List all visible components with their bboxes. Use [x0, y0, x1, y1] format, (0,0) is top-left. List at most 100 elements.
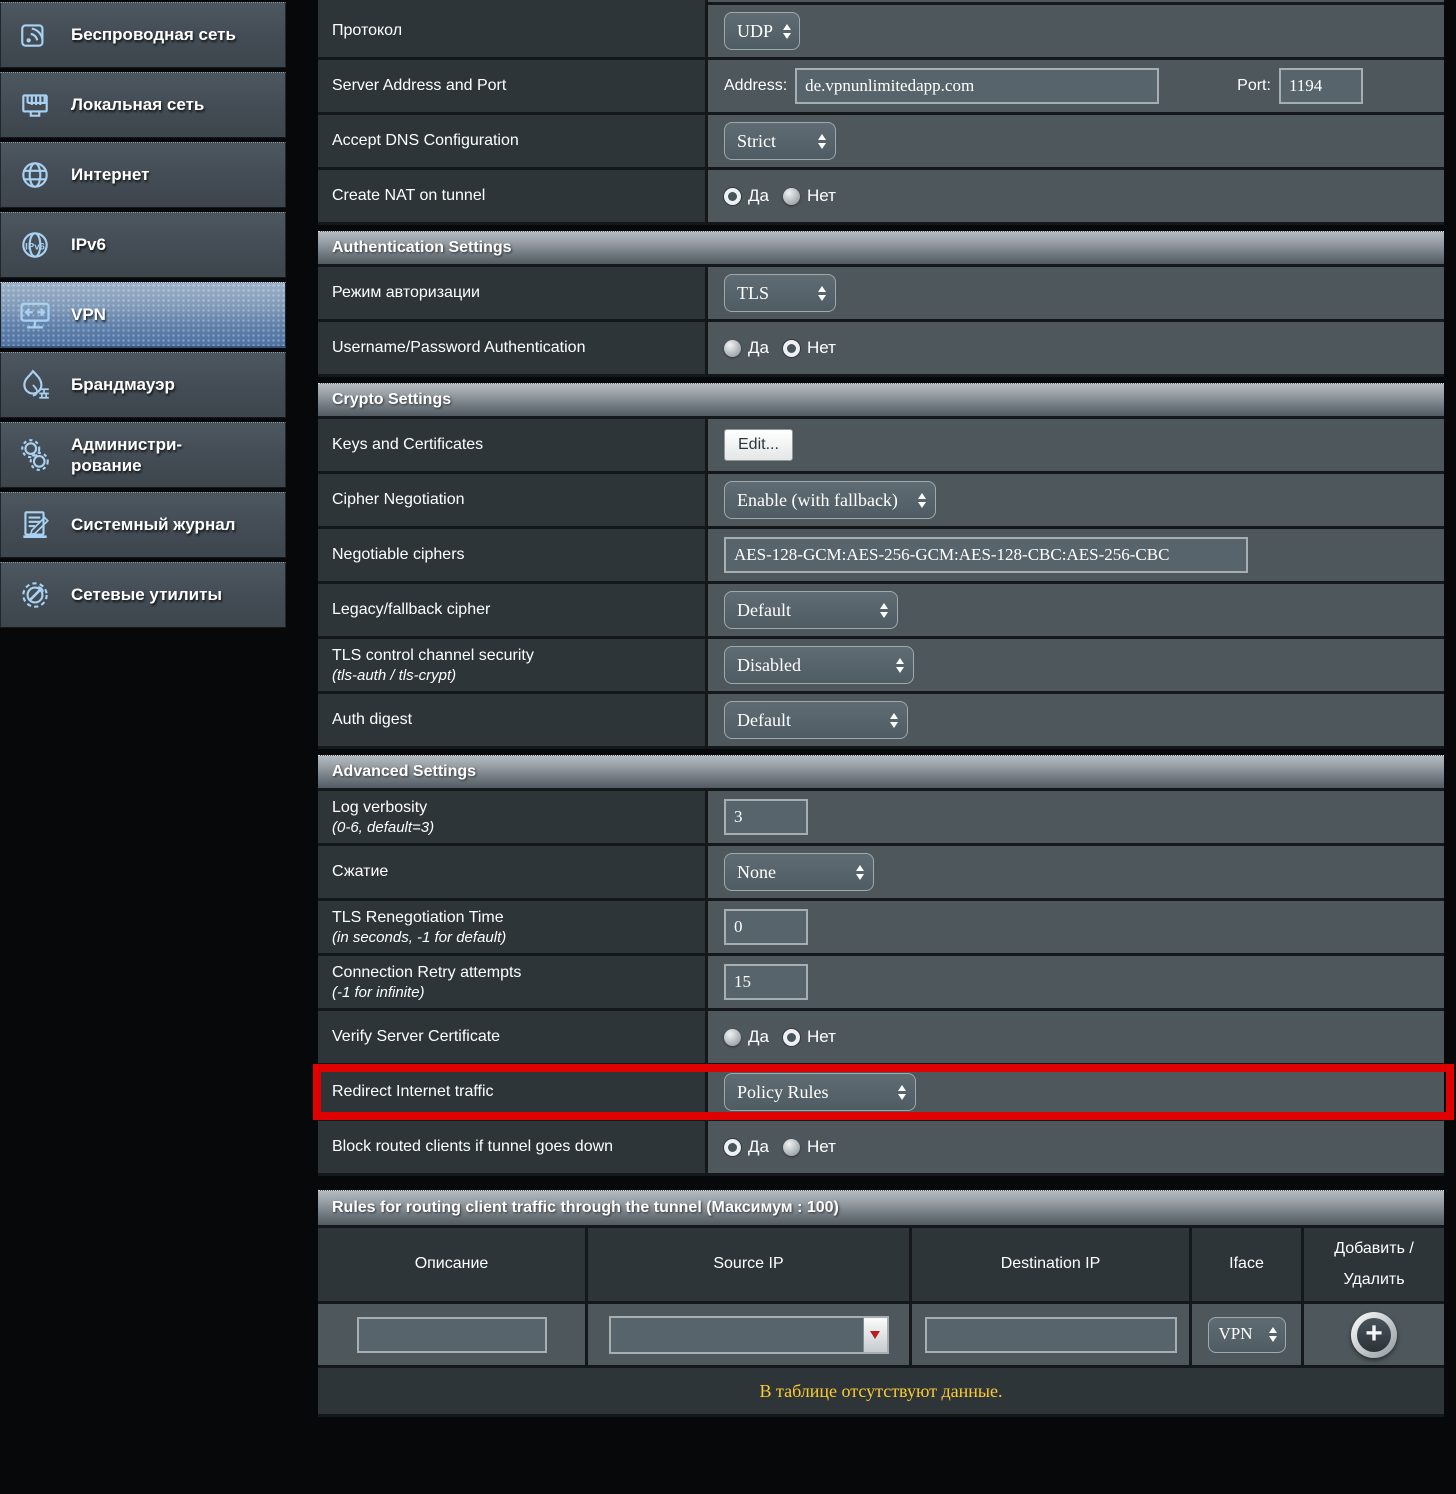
- radio-yes[interactable]: [724, 340, 741, 357]
- row-label: Redirect Internet traffic: [318, 1066, 708, 1118]
- row-label: Create NAT on tunnel: [318, 170, 708, 222]
- row-label: Connection Retry attempts: [332, 964, 695, 982]
- radio-yes[interactable]: [724, 1029, 741, 1046]
- row-label: TLS Renegotiation Time: [332, 909, 695, 927]
- row-verify-server-cert: Verify Server Certificate Да Нет: [318, 1011, 1444, 1066]
- row-auth-mode: Режим авторизации TLS: [318, 267, 1444, 322]
- server-address-input[interactable]: [795, 68, 1159, 104]
- sidebar-item-internet[interactable]: Интернет: [0, 142, 286, 208]
- row-redirect-internet-traffic: Redirect Internet traffic Policy Rules: [318, 1066, 1444, 1121]
- edit-keys-button[interactable]: Edit...: [724, 429, 793, 461]
- row-sublabel: (-1 for infinite): [332, 984, 695, 1001]
- wifi-icon: [11, 18, 59, 52]
- log-verbosity-input[interactable]: [724, 799, 808, 835]
- row-sublabel: (in seconds, -1 for default): [332, 929, 695, 946]
- sidebar-item-label: Локальная сеть: [71, 94, 204, 115]
- protocol-select[interactable]: UDP: [724, 12, 800, 50]
- section-authentication-settings: Authentication Settings: [318, 231, 1444, 267]
- redirect-traffic-select[interactable]: Policy Rules: [724, 1073, 916, 1111]
- radio-no[interactable]: [783, 1139, 800, 1156]
- row-userpass-auth: Username/Password Authentication Да Нет: [318, 322, 1444, 377]
- sidebar-item-firewall[interactable]: Брандмауэр: [0, 352, 286, 418]
- spinner-arrows-icon: [1269, 1327, 1277, 1342]
- sidebar-item-network-tools[interactable]: Сетевые утилиты: [0, 562, 286, 628]
- sidebar-item-label: Системный журнал: [71, 514, 235, 535]
- row-label: Username/Password Authentication: [318, 322, 708, 374]
- radio-yes-label: Да: [748, 1137, 769, 1157]
- radio-yes[interactable]: [724, 1139, 741, 1156]
- radio-no[interactable]: [783, 340, 800, 357]
- radio-no-label: Нет: [807, 1137, 836, 1157]
- row-label: Log verbosity: [332, 799, 695, 817]
- radio-no-label: Нет: [807, 186, 836, 206]
- section-crypto-settings: Crypto Settings: [318, 383, 1444, 419]
- spinner-arrows-icon: [856, 865, 864, 880]
- tls-control-channel-select[interactable]: Disabled: [724, 646, 914, 684]
- sidebar-item-wireless[interactable]: Беспроводная сеть: [0, 2, 286, 68]
- radio-yes[interactable]: [724, 188, 741, 205]
- row-log-verbosity: Log verbosity (0-6, default=3): [318, 791, 1444, 846]
- row-protocol: Протокол UDP: [318, 5, 1444, 60]
- row-block-routed-clients: Block routed clients if tunnel goes down…: [318, 1121, 1444, 1176]
- negotiable-ciphers-input[interactable]: [724, 537, 1248, 573]
- sidebar-item-label: Администри- рование: [71, 434, 182, 477]
- network-tools-icon: [11, 578, 59, 612]
- rule-destination-ip-input[interactable]: [925, 1317, 1177, 1353]
- port-label: Port:: [1237, 77, 1271, 95]
- section-advanced-settings: Advanced Settings: [318, 755, 1444, 791]
- add-rule-button[interactable]: +: [1351, 1312, 1397, 1358]
- legacy-cipher-select[interactable]: Default: [724, 591, 898, 629]
- radio-yes-label: Да: [748, 186, 769, 206]
- sidebar-item-system-log[interactable]: Системный журнал: [0, 492, 286, 558]
- spinner-arrows-icon: [896, 658, 904, 673]
- row-legacy-cipher: Legacy/fallback cipher Default: [318, 584, 1444, 639]
- connection-retry-input[interactable]: [724, 964, 808, 1000]
- row-label: Legacy/fallback cipher: [318, 584, 708, 636]
- auth-mode-select[interactable]: TLS: [724, 274, 836, 312]
- rules-empty-message: В таблице отсутствуют данные.: [318, 1368, 1444, 1417]
- plus-icon: +: [1357, 1318, 1391, 1352]
- spinner-arrows-icon: [890, 713, 898, 728]
- spinner-arrows-icon: [918, 493, 926, 508]
- row-label: Протокол: [318, 5, 708, 57]
- radio-no[interactable]: [783, 1029, 800, 1046]
- combo-dropdown-icon[interactable]: [863, 1318, 887, 1352]
- row-connection-retry: Connection Retry attempts (-1 for infini…: [318, 956, 1444, 1011]
- rule-description-input[interactable]: [357, 1317, 547, 1353]
- row-keys-certificates: Keys and Certificates Edit...: [318, 419, 1444, 474]
- row-label: Cipher Negotiation: [318, 474, 708, 526]
- row-sublabel: (tls-auth / tls-crypt): [332, 667, 695, 684]
- row-label: TLS control channel security: [332, 647, 695, 665]
- sidebar-item-label: Сетевые утилиты: [71, 584, 222, 605]
- rule-iface-select[interactable]: VPN: [1208, 1317, 1286, 1353]
- sidebar-item-ipv6[interactable]: IPv6 IPv6: [0, 212, 286, 278]
- row-tls-renegotiation: TLS Renegotiation Time (in seconds, -1 f…: [318, 901, 1444, 956]
- row-accept-dns: Accept DNS Configuration Strict: [318, 115, 1444, 170]
- sidebar-item-vpn[interactable]: VPN: [0, 282, 286, 348]
- admin-gears-icon: [11, 438, 59, 472]
- sidebar-item-label: VPN: [71, 304, 106, 325]
- cipher-negotiation-select[interactable]: Enable (with fallback): [724, 481, 936, 519]
- rule-source-ip-combo[interactable]: [609, 1316, 889, 1354]
- sidebar-item-administration[interactable]: Администри- рование: [0, 422, 286, 488]
- compression-select[interactable]: None: [724, 853, 874, 891]
- column-header-iface: Iface: [1192, 1228, 1304, 1301]
- accept-dns-select[interactable]: Strict: [724, 122, 836, 160]
- radio-no-label: Нет: [807, 1027, 836, 1047]
- tls-renegotiation-input[interactable]: [724, 909, 808, 945]
- auth-digest-select[interactable]: Default: [724, 701, 908, 739]
- sidebar-item-lan[interactable]: Локальная сеть: [0, 72, 286, 138]
- row-label: Режим авторизации: [318, 267, 708, 319]
- sidebar: Беспроводная сеть Локальная сеть Интерне…: [0, 0, 286, 628]
- sidebar-item-label: Брандмауэр: [71, 374, 175, 395]
- spinner-arrows-icon: [898, 1085, 906, 1100]
- radio-no[interactable]: [783, 188, 800, 205]
- row-label: Verify Server Certificate: [318, 1011, 708, 1063]
- row-label: Keys and Certificates: [318, 419, 708, 471]
- spinner-arrows-icon: [783, 24, 791, 39]
- server-port-input[interactable]: [1279, 68, 1363, 104]
- address-label: Address:: [724, 77, 787, 95]
- lan-icon: [11, 88, 59, 122]
- radio-yes-label: Да: [748, 1027, 769, 1047]
- row-tls-control-channel: TLS control channel security (tls-auth /…: [318, 639, 1444, 694]
